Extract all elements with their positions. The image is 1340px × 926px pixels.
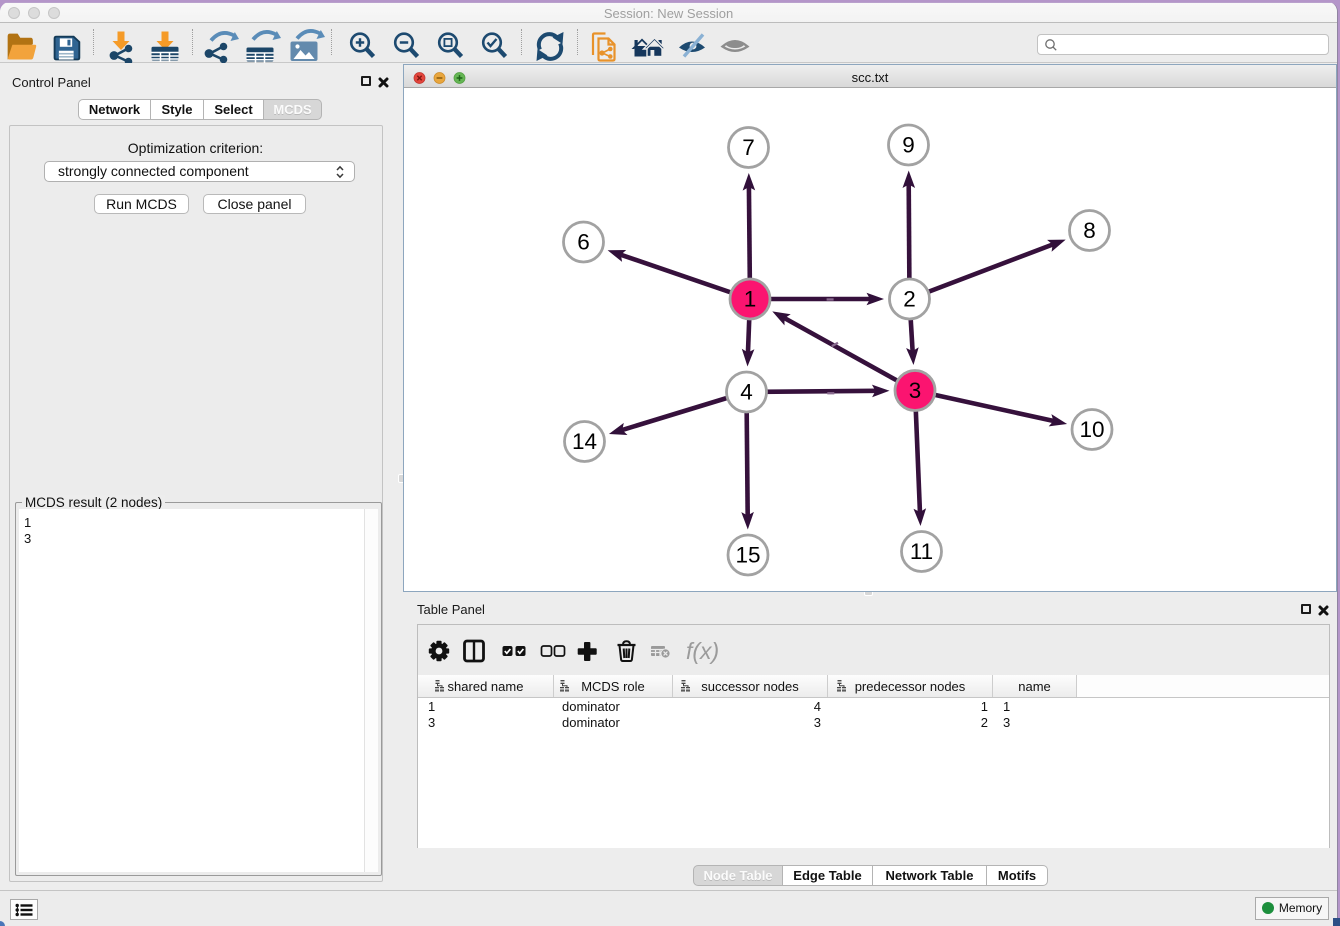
svg-text:10: 10 — [1079, 417, 1104, 442]
svg-text:f(x): f(x) — [686, 638, 719, 664]
svg-text:8: 8 — [1083, 218, 1096, 243]
svg-text:3: 3 — [909, 378, 922, 403]
svg-text:6: 6 — [577, 230, 590, 255]
svg-text:1: 1 — [744, 287, 757, 312]
svg-text:4: 4 — [740, 380, 753, 405]
svg-text:15: 15 — [735, 543, 760, 568]
svg-text:2: 2 — [903, 287, 916, 312]
svg-text:9: 9 — [902, 133, 915, 158]
svg-text:7: 7 — [742, 135, 755, 160]
svg-text:11: 11 — [910, 539, 933, 564]
svg-text:14: 14 — [572, 429, 597, 454]
